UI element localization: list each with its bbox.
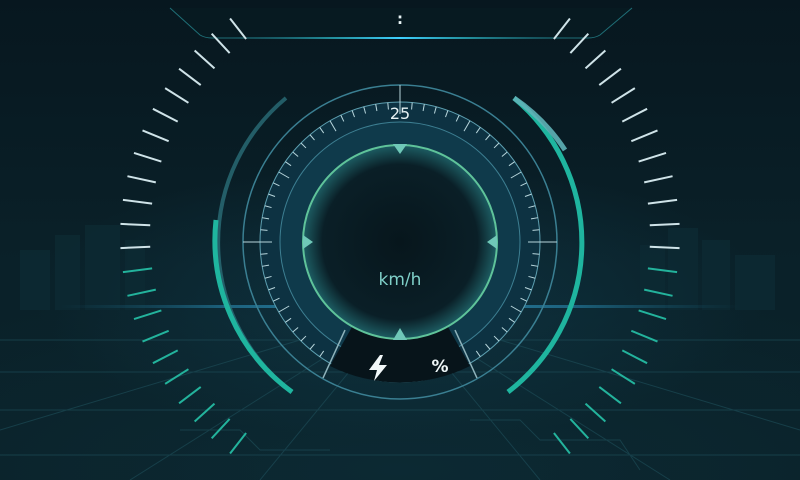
gauge-tick — [164, 87, 189, 104]
gauge-tick — [598, 386, 622, 405]
gauge-tick — [142, 329, 170, 343]
right-side-gauge — [553, 17, 680, 455]
gauge-tick — [649, 222, 680, 227]
gauge-tick — [630, 329, 658, 343]
gauge-tick — [598, 67, 622, 86]
speed-unit-label: km/h — [378, 270, 422, 290]
gauge-tick — [611, 87, 636, 104]
gauge-tick — [127, 288, 157, 297]
gauge-tick — [133, 152, 162, 163]
lightning-bolt-icon — [369, 355, 387, 381]
gauge-tick — [569, 418, 590, 439]
gauge-tick — [611, 368, 636, 385]
scale-tick — [260, 229, 268, 231]
gauge-tick — [649, 245, 680, 250]
gauge-tick — [584, 49, 607, 70]
gauge-tick — [122, 267, 153, 274]
gauge-tick — [621, 349, 648, 365]
gauge-tick — [553, 17, 571, 40]
gauge-tick — [643, 288, 673, 297]
gauge-tick — [120, 222, 151, 227]
gauge-tick — [178, 67, 202, 86]
gauge-tick — [210, 33, 231, 54]
dashboard-screen: : 25 km/h % — [0, 0, 800, 480]
gauge-tick — [142, 129, 170, 143]
gauge-tick — [630, 129, 658, 143]
gauge-tick — [638, 309, 667, 320]
gauge-tick — [122, 198, 153, 205]
scale-label-top: 25 — [389, 104, 411, 123]
gauge-tick — [210, 418, 231, 439]
gauge-tick — [647, 267, 678, 274]
clock-display: : — [397, 10, 403, 28]
gauge-tick — [120, 245, 151, 250]
gauge-tick — [164, 368, 189, 385]
gauge-tick — [569, 33, 590, 54]
scale-tick — [532, 253, 540, 255]
gauge-tick — [638, 152, 667, 163]
left-side-gauge — [120, 17, 247, 455]
gauge-tick — [621, 107, 648, 123]
gauge-tick — [193, 402, 216, 423]
gauge-tick — [229, 432, 247, 455]
inner-dial-face — [302, 144, 498, 340]
gauge-tick — [178, 386, 202, 405]
scale-tick — [260, 253, 268, 255]
gauge-tick — [553, 432, 571, 455]
speedometer — [120, 17, 680, 455]
gauge-tick — [152, 349, 179, 365]
scale-tick — [532, 229, 540, 231]
gauge-tick — [152, 107, 179, 123]
gauge-tick — [647, 198, 678, 205]
gauge-tick — [133, 309, 162, 320]
gauge-tick — [584, 402, 607, 423]
gauge-tick — [127, 175, 157, 184]
gauge-tick — [643, 175, 673, 184]
gauge-tick — [229, 17, 247, 40]
battery-percent-label: % — [431, 357, 449, 377]
gauge-tick — [193, 49, 216, 70]
